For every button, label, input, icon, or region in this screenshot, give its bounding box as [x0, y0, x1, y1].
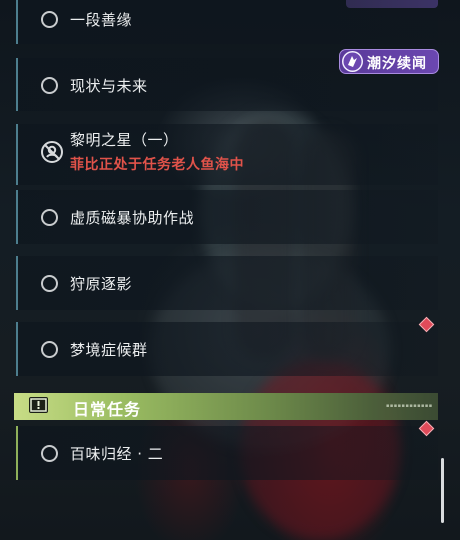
quest-circle-icon [41, 77, 58, 94]
quest-label: 百味归经 · 二 [70, 445, 164, 463]
exclamation-icon [29, 397, 48, 413]
quest-item[interactable]: 一段善缘 [16, 0, 438, 44]
quest-label: 虚质磁暴协助作战 [70, 209, 195, 227]
quest-label: 黎明之星（一） [70, 131, 179, 149]
daily-section-header[interactable]: 日常任务 ▪▪▪▪▪▪▪▪▪▪▪▪ [14, 393, 438, 420]
quest-list: 一段善缘 现状与未来 黎明之星（一） 菲比正处于任务老人鱼海中 虚质磁暴协助作战 [0, 0, 460, 540]
quest-item[interactable]: 梦境症候群 [16, 322, 438, 376]
quest-item[interactable]: 狩原逐影 [16, 256, 438, 310]
quest-item-tracked[interactable]: 黎明之星（一） 菲比正处于任务老人鱼海中 [16, 124, 438, 185]
quest-circle-icon [41, 341, 58, 358]
event-tag-button[interactable]: 潮汐续闻 [339, 49, 439, 74]
tracking-target-icon [41, 141, 63, 163]
quest-status-text: 菲比正处于任务老人鱼海中 [70, 157, 244, 173]
quest-label: 现状与未来 [70, 77, 148, 95]
scrollbar-thumb[interactable] [441, 458, 444, 523]
quest-circle-icon [41, 209, 58, 226]
quest-label: 一段善缘 [70, 11, 133, 29]
quest-item[interactable]: 虚质磁暴协助作战 [16, 190, 438, 244]
quest-circle-icon [41, 445, 58, 462]
game-screen: 一段善缘 现状与未来 黎明之星（一） 菲比正处于任务老人鱼海中 虚质磁暴协助作战 [0, 0, 460, 540]
quest-label: 狩原逐影 [70, 275, 133, 293]
daily-quest-item[interactable]: 百味归经 · 二 [16, 426, 438, 480]
quest-circle-icon [41, 11, 58, 28]
decorative-stripe: ▪▪▪▪▪▪▪▪▪▪▪▪ [386, 403, 433, 409]
quest-circle-icon [41, 275, 58, 292]
quest-label: 梦境症候群 [70, 341, 148, 359]
event-tag-label: 潮汐续闻 [367, 56, 427, 72]
daily-section-title: 日常任务 [73, 400, 142, 419]
event-logo-icon [342, 51, 363, 72]
